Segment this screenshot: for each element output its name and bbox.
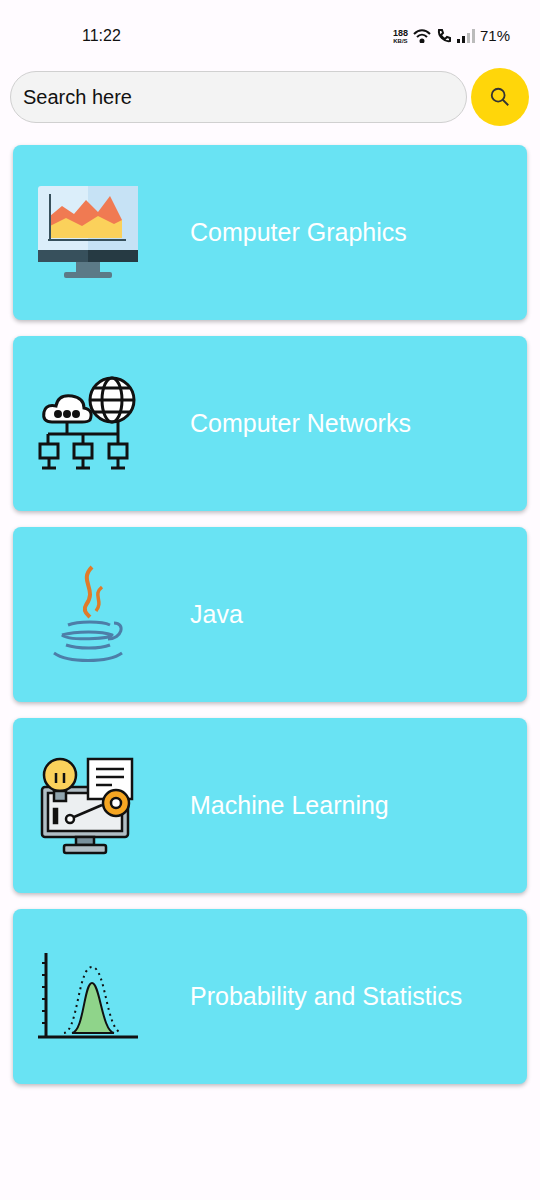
net-speed: 188KB/S xyxy=(393,29,408,44)
call-icon xyxy=(436,28,452,44)
subject-card[interactable]: Java xyxy=(13,527,527,702)
wifi-icon xyxy=(413,29,431,43)
java-cup-icon xyxy=(48,565,128,665)
status-bar: 11:22 188KB/S 71% xyxy=(0,0,540,64)
search-icon xyxy=(489,86,511,108)
subject-icon-box xyxy=(38,947,138,1047)
subject-title: Probability and Statistics xyxy=(190,981,462,1012)
subject-list: Computer Graphics Computer Networks Java Ma… xyxy=(0,126,540,1084)
monitor-chart-icon xyxy=(38,186,138,280)
status-icons: 188KB/S 71% xyxy=(393,25,510,48)
signal-icon xyxy=(457,29,475,43)
search-input[interactable] xyxy=(10,71,467,123)
subject-icon-box xyxy=(38,756,138,856)
subject-card[interactable]: Probability and Statistics xyxy=(13,909,527,1084)
subject-card[interactable]: Machine Learning xyxy=(13,718,527,893)
search-button[interactable] xyxy=(471,68,529,126)
network-icon xyxy=(38,376,138,472)
app-screen: 11:22188KB/S71%Computer GraphicsComputer… xyxy=(0,0,540,1200)
subject-icon-box xyxy=(38,374,138,474)
machine-learning-icon xyxy=(40,757,136,855)
search-row xyxy=(0,64,540,126)
battery-level: 71% xyxy=(480,25,510,48)
subject-icon-box xyxy=(38,565,138,665)
subject-icon-box xyxy=(38,183,138,283)
subject-title: Computer Networks xyxy=(190,408,411,439)
status-time: 11:22 xyxy=(82,24,121,48)
subject-title: Computer Graphics xyxy=(190,217,407,248)
bell-curve-icon xyxy=(38,953,138,1041)
subject-card[interactable]: Computer Graphics xyxy=(13,145,527,320)
subject-card[interactable]: Computer Networks xyxy=(13,336,527,511)
subject-title: Machine Learning xyxy=(190,790,389,821)
subject-title: Java xyxy=(190,599,243,630)
